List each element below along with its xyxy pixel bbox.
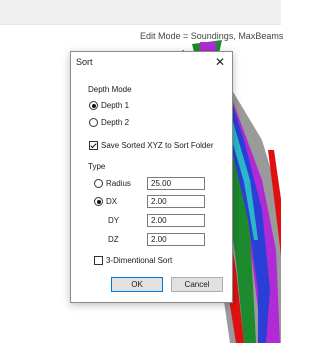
dx-label[interactable]: DX xyxy=(106,197,117,206)
save-sorted-label[interactable]: Save Sorted XYZ to Sort Folder xyxy=(101,141,214,150)
depth-2-radio[interactable] xyxy=(89,118,98,127)
dialog-titlebar[interactable]: Sort ✕ xyxy=(71,52,232,72)
depth-mode-label: Depth Mode xyxy=(88,85,132,94)
dy-label: DY xyxy=(108,216,120,225)
three-d-sort-label[interactable]: 3-Dimentional Sort xyxy=(106,256,172,265)
depth-1-radio[interactable] xyxy=(89,101,98,110)
dz-label: DZ xyxy=(108,235,119,244)
dx-input[interactable]: 2.00 xyxy=(147,195,205,208)
edit-mode-label: Edit Mode = Soundings, MaxBeams xyxy=(140,31,284,41)
close-button[interactable]: ✕ xyxy=(212,54,228,70)
three-d-sort-checkbox[interactable] xyxy=(94,256,103,265)
radius-input[interactable]: 25.00 xyxy=(147,177,205,190)
sort-dialog: Sort ✕ Depth Mode Depth 1 Depth 2 Save S… xyxy=(70,51,233,303)
close-icon: ✕ xyxy=(214,55,226,69)
ok-button[interactable]: OK xyxy=(111,277,163,292)
radius-label[interactable]: Radius xyxy=(106,179,131,188)
cancel-button[interactable]: Cancel xyxy=(171,277,223,292)
radius-radio[interactable] xyxy=(94,179,103,188)
depth-2-label[interactable]: Depth 2 xyxy=(101,118,129,127)
dy-input[interactable]: 2.00 xyxy=(147,214,205,227)
save-sorted-checkbox[interactable] xyxy=(89,141,98,150)
dx-radio[interactable] xyxy=(94,197,103,206)
depth-1-label[interactable]: Depth 1 xyxy=(101,101,129,110)
dialog-title: Sort xyxy=(76,57,93,67)
type-label: Type xyxy=(88,162,106,171)
dz-input[interactable]: 2.00 xyxy=(147,233,205,246)
